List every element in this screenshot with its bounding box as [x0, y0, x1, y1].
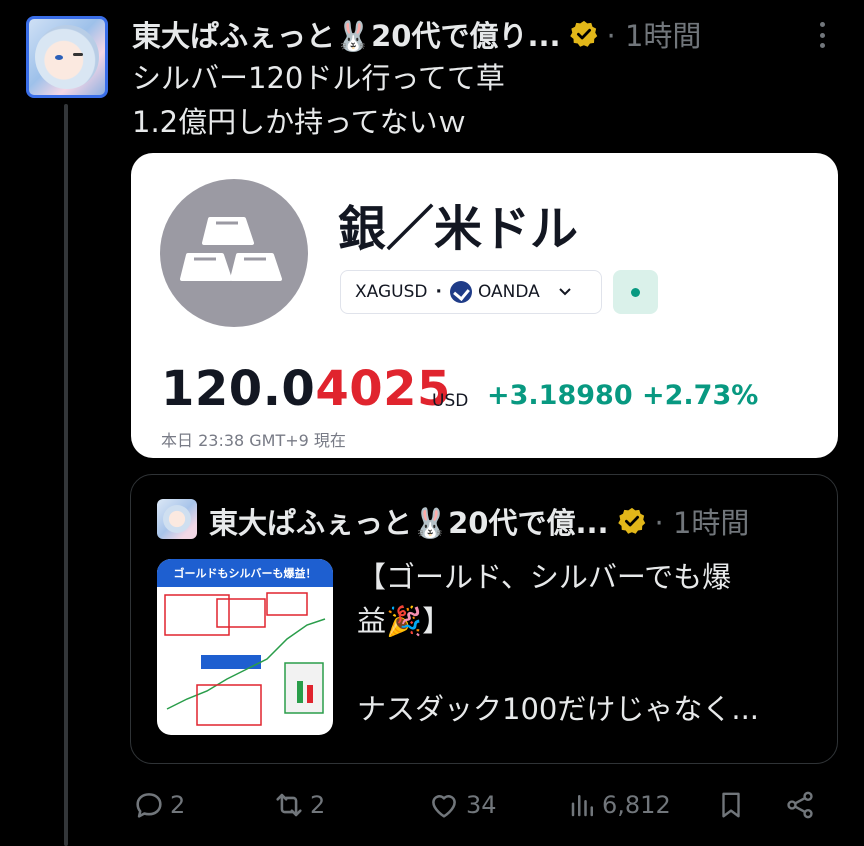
avatar[interactable]	[26, 16, 108, 98]
repost-count: 2	[310, 791, 326, 819]
post-text-line: シルバー120ドル行ってて草	[132, 61, 505, 95]
reply-count: 2	[170, 791, 186, 819]
like-icon	[432, 795, 456, 818]
views-button[interactable]: 6,812	[568, 782, 671, 828]
price-change: +3.18980 +2.73%	[487, 380, 759, 411]
more-icon[interactable]	[812, 22, 832, 48]
post-text-line: 1.2億円しか持ってないｗ	[132, 105, 467, 139]
exchange-name: OANDA	[477, 282, 540, 302]
post-time[interactable]: · 1時間	[607, 13, 702, 55]
currency: USD	[432, 391, 469, 411]
view-count: 6,812	[602, 791, 671, 819]
post-text: シルバー120ドル行ってて草 1.2億円しか持ってないｗ	[132, 56, 505, 144]
ticker: XAGUSD	[355, 282, 428, 302]
market-status-badge[interactable]	[613, 270, 658, 314]
quoted-post[interactable]: 東大ぱふぇっと🐰20代で億... · 1時間 ゴールドもシルバーも爆益！ 【ゴー…	[130, 474, 838, 764]
quote-thumbnail[interactable]: ゴールドもシルバーも爆益！	[157, 559, 333, 735]
reply-button[interactable]: 2	[132, 782, 185, 828]
separator: ·	[435, 282, 442, 302]
quote-time: · 1時間	[654, 506, 750, 540]
quote-avatar	[157, 499, 197, 539]
like-count: 34	[466, 791, 497, 819]
verified-badge-icon	[617, 507, 645, 534]
quote-display-name: 東大ぱふぇっと🐰20代で億...	[209, 506, 609, 540]
like-button[interactable]: 34	[426, 782, 497, 828]
bookmark-icon	[722, 792, 740, 818]
reply-icon	[136, 793, 162, 818]
views-icon	[571, 795, 593, 817]
quote-text: 【ゴールド、シルバーでも爆 益🎉】 ナスダック100だけじゃなく...	[357, 555, 817, 731]
post-header: 東大ぱふぇっと🐰20代で億り... · 1時間	[132, 14, 701, 54]
quote-timestamp: 本日 23:38 GMT+9 現在	[161, 431, 346, 450]
thread-line	[64, 104, 68, 846]
bookmark-button[interactable]	[716, 782, 746, 828]
share-icon	[787, 791, 813, 819]
price-main: 120.0	[161, 361, 316, 417]
symbol-widget[interactable]: 銀／米ドル XAGUSD · OANDA 120.04025 USD +3.18…	[131, 153, 838, 458]
silver-bars-icon	[160, 179, 308, 327]
quote-text-line: 益🎉】	[357, 604, 452, 638]
quote-text-line: 【ゴールド、シルバーでも爆	[357, 560, 732, 594]
repost-button[interactable]: 2	[272, 782, 325, 828]
chevron-down-icon	[559, 288, 571, 296]
share-button[interactable]	[784, 782, 816, 828]
action-bar: 2 2 34 6,812	[132, 782, 822, 828]
display-name[interactable]: 東大ぱふぇっと🐰20代で億り...	[132, 13, 561, 55]
symbol-title: 銀／米ドル	[338, 201, 579, 257]
oanda-logo-icon	[449, 281, 472, 303]
exchange-selector[interactable]: XAGUSD · OANDA	[340, 270, 602, 314]
price: 120.04025	[161, 361, 451, 417]
quote-text-line: ナスダック100だけじゃなく...	[357, 692, 760, 726]
quote-header: 東大ぱふぇっと🐰20代で億... · 1時間	[209, 501, 749, 541]
repost-icon	[276, 793, 302, 817]
verified-badge-icon	[569, 20, 597, 47]
price-highlight: 4025	[315, 361, 451, 417]
thumbnail-chart-image	[164, 592, 326, 726]
